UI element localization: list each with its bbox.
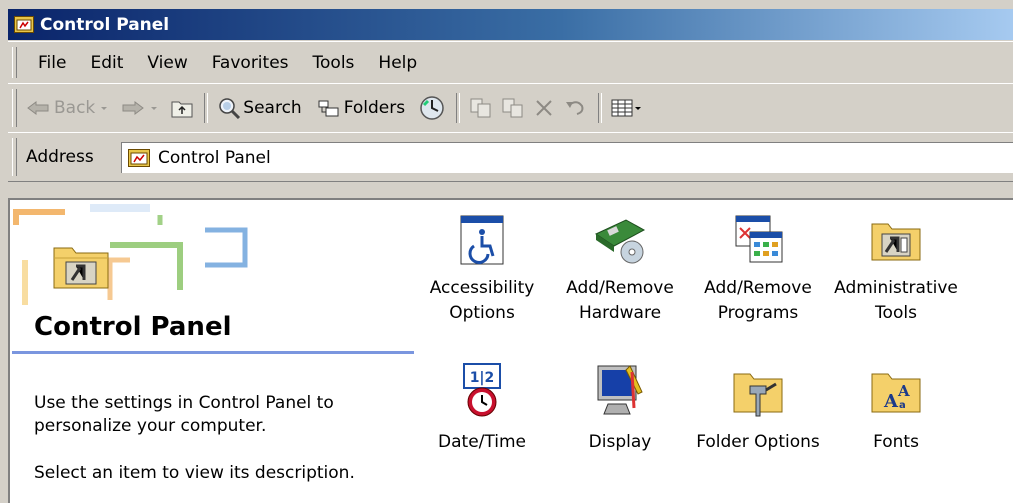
views-button[interactable] <box>611 98 645 118</box>
content-area: Control Panel Use the settings in Contro… <box>8 198 1013 503</box>
search-button[interactable]: Search <box>217 97 302 119</box>
copy-to-icon <box>502 98 523 118</box>
menu-bar: File Edit View Favorites Tools Help <box>8 41 1013 84</box>
history-icon <box>420 96 444 120</box>
item-label: Display <box>588 432 652 452</box>
menu-view[interactable]: View <box>135 53 199 73</box>
address-bar: Address Control Panel <box>8 132 1013 182</box>
accessibility-icon <box>460 215 504 265</box>
svg-text:A: A <box>897 382 910 400</box>
menu-tools[interactable]: Tools <box>301 53 367 73</box>
folder-options-icon <box>733 373 783 417</box>
item-label: Add/Remove Hardware <box>566 278 674 323</box>
toolbar-separator <box>598 93 603 123</box>
item-folder-options[interactable]: Folder Options <box>689 362 827 455</box>
hardware-icon <box>594 219 646 264</box>
item-label: Fonts <box>873 432 919 452</box>
item-label: Administrative Tools <box>834 278 958 323</box>
forward-button[interactable] <box>121 100 163 116</box>
up-folder-button[interactable] <box>171 98 193 118</box>
move-to-button[interactable] <box>469 97 493 119</box>
chevron-down-icon <box>101 107 108 110</box>
item-fonts[interactable]: A A a Fonts <box>827 362 965 455</box>
toolbar-grip[interactable] <box>12 89 17 127</box>
copy-to-button[interactable] <box>501 97 525 119</box>
folders-button[interactable]: Folders <box>318 98 405 118</box>
pane-title: Control Panel <box>34 312 232 342</box>
item-label: Accessibility Options <box>429 278 535 323</box>
undo-icon <box>566 101 584 115</box>
menu-grip[interactable] <box>12 47 17 78</box>
control-panel-icon <box>14 16 34 33</box>
svg-text:1|2: 1|2 <box>470 370 495 386</box>
control-panel-folder-icon <box>53 247 109 289</box>
back-label: Back <box>54 98 96 118</box>
search-label: Search <box>243 98 302 118</box>
toolbar-separator <box>456 93 461 123</box>
svg-text:a: a <box>899 400 906 411</box>
item-add-remove-hardware[interactable]: Add/Remove Hardware <box>551 214 689 326</box>
banner-graphic <box>13 204 248 305</box>
address-grip[interactable] <box>12 138 17 176</box>
control-panel-icon <box>128 149 150 167</box>
delete-button[interactable] <box>533 97 555 119</box>
address-label: Address <box>26 147 94 167</box>
item-display[interactable]: Display <box>551 362 689 455</box>
item-administrative-tools[interactable]: Administrative Tools <box>827 214 965 326</box>
forward-arrow-icon <box>122 101 145 115</box>
menu-help[interactable]: Help <box>366 53 429 73</box>
menu-file[interactable]: File <box>26 53 78 73</box>
item-add-remove-programs[interactable]: Add/Remove Programs <box>689 214 827 326</box>
folders-label: Folders <box>343 98 406 118</box>
chevron-down-icon <box>151 107 158 110</box>
programs-icon <box>735 215 783 263</box>
pane-description: Use the settings in Control Panel to per… <box>34 393 334 436</box>
up-folder-icon <box>171 101 193 118</box>
views-icon <box>611 99 633 117</box>
folders-icon <box>318 100 339 117</box>
history-button[interactable] <box>419 95 445 121</box>
item-label: Date/Time <box>438 432 526 452</box>
item-label: Folder Options <box>696 432 820 452</box>
back-arrow-icon <box>27 101 49 115</box>
address-value: Control Panel <box>158 148 271 168</box>
search-icon <box>219 98 241 119</box>
fonts-icon: A A a <box>871 373 921 413</box>
admin-tools-icon <box>871 223 921 261</box>
info-pane: Control Panel Use the settings in Contro… <box>10 200 414 503</box>
pane-hint: Select an item to view its description. <box>34 463 355 483</box>
undo-button[interactable] <box>563 97 587 119</box>
window-title: Control Panel <box>40 14 170 35</box>
pane-divider <box>12 351 414 354</box>
item-date-time[interactable]: 1|2 Date/Time <box>413 362 551 455</box>
item-accessibility-options[interactable]: Accessibility Options <box>413 214 551 326</box>
back-button[interactable]: Back <box>26 98 113 118</box>
title-bar[interactable]: Control Panel <box>8 9 1013 40</box>
toolbar-separator <box>204 93 209 123</box>
svg-text:A: A <box>883 391 899 412</box>
datetime-icon: 1|2 <box>463 363 501 417</box>
chevron-down-icon <box>635 107 642 110</box>
address-input[interactable]: Control Panel <box>121 142 1013 173</box>
delete-icon <box>536 100 552 116</box>
move-to-icon <box>470 98 491 118</box>
item-label: Add/Remove Programs <box>704 278 812 323</box>
display-icon <box>597 365 643 415</box>
menu-edit[interactable]: Edit <box>78 53 135 73</box>
menu-favorites[interactable]: Favorites <box>200 53 301 73</box>
standard-toolbar: Back Search Folders <box>8 83 1013 133</box>
